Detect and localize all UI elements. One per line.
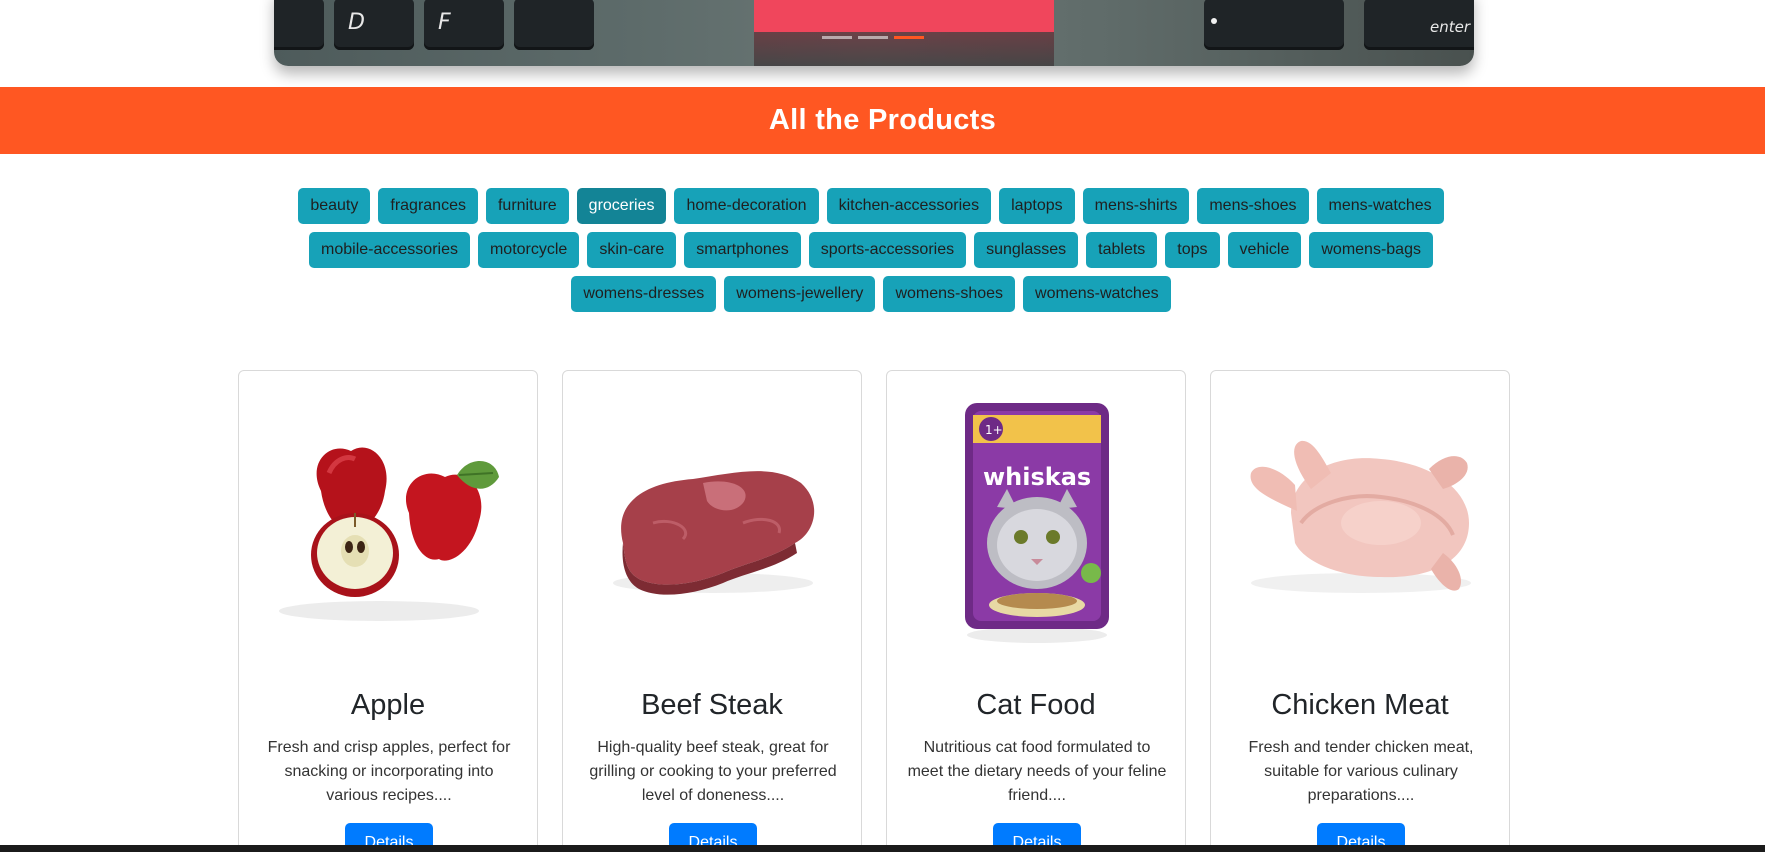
product-title: Beef Steak bbox=[641, 689, 783, 721]
carousel-indicator-active[interactable] bbox=[894, 36, 924, 39]
category-womens-watches[interactable]: womens-watches bbox=[1023, 276, 1171, 312]
package-badge: 1+ bbox=[985, 423, 1003, 437]
category-womens-jewellery[interactable]: womens-jewellery bbox=[724, 276, 876, 312]
category-fragrances[interactable]: fragrances bbox=[378, 188, 478, 224]
carousel-indicators bbox=[822, 36, 924, 39]
category-womens-dresses[interactable]: womens-dresses bbox=[571, 276, 717, 312]
apple-image bbox=[279, 447, 499, 621]
category-mens-shirts[interactable]: mens-shirts bbox=[1082, 188, 1190, 224]
product-grid: Apple Fresh and crisp apples, perfect fo… bbox=[238, 370, 1510, 852]
hero-red-object bbox=[754, 0, 1054, 32]
product-card: Beef Steak High-quality beef steak, grea… bbox=[562, 370, 862, 852]
keyboard-key bbox=[1204, 0, 1344, 50]
keyboard-light bbox=[1211, 18, 1217, 24]
carousel-indicator[interactable] bbox=[858, 36, 888, 39]
product-title: Cat Food bbox=[976, 689, 1096, 721]
key-label: enter bbox=[1429, 18, 1470, 36]
category-tablets[interactable]: tablets bbox=[1086, 232, 1158, 268]
keyboard-key-enter: enter bbox=[1364, 0, 1474, 50]
category-mens-watches[interactable]: mens-watches bbox=[1316, 188, 1444, 224]
key-label: D bbox=[348, 10, 365, 35]
bottom-bar bbox=[0, 845, 1765, 852]
page-title: All the Products bbox=[768, 104, 997, 136]
keyboard-key: S bbox=[274, 0, 324, 50]
product-card: Chicken Meat Fresh and tender chicken me… bbox=[1210, 370, 1510, 852]
category-tops[interactable]: tops bbox=[1165, 232, 1220, 268]
product-title: Chicken Meat bbox=[1271, 689, 1449, 721]
page: S D F enter All the Products beauty frag… bbox=[0, 0, 1765, 852]
category-skin-care[interactable]: skin-care bbox=[587, 232, 677, 268]
key-label: F bbox=[438, 10, 451, 35]
category-home-decoration[interactable]: home-decoration bbox=[674, 188, 819, 224]
product-description: High-quality beef steak, great for grill… bbox=[589, 739, 837, 804]
product-description: Nutritious cat food formulated to meet t… bbox=[907, 739, 1167, 804]
category-furniture[interactable]: furniture bbox=[485, 188, 569, 224]
category-womens-bags[interactable]: womens-bags bbox=[1309, 232, 1433, 268]
products-header-band: All the Products bbox=[0, 87, 1765, 154]
category-sports-accessories[interactable]: sports-accessories bbox=[808, 232, 967, 268]
category-womens-shoes[interactable]: womens-shoes bbox=[883, 276, 1016, 312]
carousel-indicator[interactable] bbox=[822, 36, 852, 39]
category-groceries[interactable]: groceries bbox=[576, 188, 667, 224]
product-description: Fresh and tender chicken meat, suitable … bbox=[1248, 739, 1474, 804]
keyboard-key: D bbox=[334, 0, 414, 50]
hero-carousel[interactable]: S D F enter bbox=[274, 0, 1474, 66]
category-smartphones[interactable]: smartphones bbox=[684, 232, 801, 268]
product-card: Apple Fresh and crisp apples, perfect fo… bbox=[238, 370, 538, 852]
product-title: Apple bbox=[350, 689, 426, 721]
category-mobile-accessories[interactable]: mobile-accessories bbox=[309, 232, 470, 268]
package-brand: whiskas bbox=[983, 463, 1091, 491]
category-mens-shoes[interactable]: mens-shoes bbox=[1197, 188, 1309, 224]
keyboard-key: F bbox=[424, 0, 504, 50]
keyboard-key bbox=[514, 0, 594, 50]
category-laptops[interactable]: laptops bbox=[999, 188, 1075, 224]
cat-food-image: 1+ whiskas bbox=[965, 403, 1109, 643]
product-card: 1+ whiskas Cat Food Nutritious cat food … bbox=[886, 370, 1186, 852]
product-description: Fresh and crisp apples, perfect for snac… bbox=[267, 739, 511, 804]
category-kitchen-accessories[interactable]: kitchen-accessories bbox=[826, 188, 992, 224]
category-vehicle[interactable]: vehicle bbox=[1227, 232, 1302, 268]
beef-steak-image bbox=[613, 471, 815, 595]
category-sunglasses[interactable]: sunglasses bbox=[974, 232, 1079, 268]
chicken-meat-image bbox=[1250, 440, 1471, 593]
category-beauty[interactable]: beauty bbox=[298, 188, 371, 224]
category-motorcycle[interactable]: motorcycle bbox=[477, 232, 580, 268]
category-filter: beauty fragrances furniture groceries ho… bbox=[236, 188, 1506, 312]
